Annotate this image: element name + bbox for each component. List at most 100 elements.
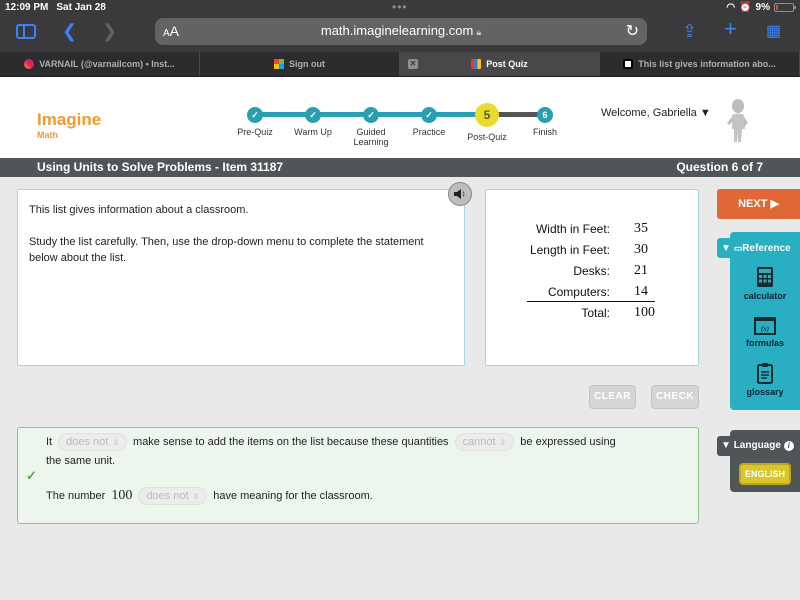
step-label: Post-Quiz [467, 132, 507, 142]
dropdown-value: does not [146, 490, 189, 502]
browser-tab-instagram[interactable]: VARNAIL (@varnailcom) • Inst... [0, 52, 200, 76]
statement-text: The number [46, 490, 106, 502]
statement-1-continued: the same unit. [46, 455, 115, 467]
logo-math: Math [37, 130, 58, 140]
next-button[interactable]: NEXT ▶ [717, 189, 800, 219]
formulas-icon: (x) [754, 317, 776, 335]
step-label: Guided Learning [353, 127, 389, 147]
back-chevron-icon[interactable]: ❮ [62, 20, 77, 42]
step-practice-check-icon: ✓ [421, 107, 437, 123]
updown-chevron-icon: ⇳ [499, 437, 507, 447]
prompt-line-2: Study the list carefully. Then, use the … [29, 236, 424, 264]
tab-title: This list gives information abo... [638, 59, 776, 69]
url-text[interactable]: math.imaginelearning.com 🔒︎ [155, 23, 647, 38]
dropdown-makes-sense[interactable]: does not ⇳ [58, 433, 128, 451]
total-value: 100 [634, 305, 655, 320]
statement-text: make sense to add the items on the list … [133, 436, 449, 448]
collapse-triangle-icon: ▼ [721, 440, 731, 451]
dropdown-meaning[interactable]: does not ⇳ [138, 487, 208, 505]
formulas-label: formulas [745, 338, 784, 348]
statement-text: have meaning for the classroom. [213, 490, 373, 502]
status-time: 12:09 PM [5, 2, 49, 13]
calculator-icon [757, 267, 773, 287]
clipboard-glossary-icon [757, 363, 773, 384]
forward-chevron-icon[interactable]: ❯ [102, 20, 117, 42]
list-value: 14 [634, 284, 648, 299]
statement-1: It does not ⇳ make sense to add the items… [46, 433, 616, 451]
calculator-tool[interactable]: calculator [730, 266, 800, 301]
sidebar-toggle-icon[interactable] [16, 24, 36, 39]
step-guided-learning-check-icon: ✓ [363, 107, 379, 123]
battery-icon [774, 3, 796, 12]
browser-tab-strip: VARNAIL (@varnailcom) • Inst... Sign out… [0, 52, 800, 77]
statement-2: The number 100 does not ⇳ have meaning fo… [46, 487, 373, 505]
total-label: Total: [581, 306, 610, 320]
browser-chrome: 12:09 PM Sat Jan 28 ••• ◠ ⏰ 9% ❮ ❯ AA mat… [0, 0, 800, 52]
answer-panel: ✓ It does not ⇳ make sense to add the ite… [17, 427, 699, 524]
audio-speaker-button[interactable] [448, 182, 472, 206]
glossary-tool[interactable]: glossary [730, 362, 800, 397]
english-language-button[interactable]: ENGLISH [739, 463, 791, 485]
list-value: 21 [634, 263, 648, 278]
browser-tab-list-info[interactable]: This list gives information abo... [600, 52, 800, 76]
dropdown-value: does not [66, 436, 109, 448]
lesson-title: Using Units to Solve Problems - Item 311… [37, 160, 284, 174]
instagram-icon [24, 59, 35, 69]
question-counter: Question 6 of 7 [676, 160, 763, 174]
svg-text:(x): (x) [761, 325, 769, 333]
list-label: Computers: [547, 285, 610, 299]
speaker-icon [454, 189, 465, 199]
language-toggle[interactable]: ▼ Language i [717, 436, 800, 456]
statement-text: the same unit. [46, 455, 116, 467]
tab-title: Sign out [289, 59, 325, 69]
list-value: 35 [634, 221, 648, 236]
reload-icon[interactable]: ↻ [626, 21, 639, 41]
welcome-user-menu[interactable]: Welcome, Gabriella ▼ [601, 107, 711, 119]
browser-tab-sign-out[interactable]: Sign out [200, 52, 400, 76]
formulas-tool[interactable]: (x) formulas [730, 317, 800, 348]
step-label: Practice [412, 127, 446, 137]
updown-chevron-icon: ⇳ [112, 437, 120, 447]
list-label: Width in Feet: [535, 222, 610, 236]
list-row: Desks: 21 [516, 262, 676, 282]
address-bar[interactable]: AA math.imaginelearning.com 🔒︎ ↻ [155, 18, 647, 45]
dropdown-expressed[interactable]: cannot ⇳ [454, 433, 515, 451]
check-button[interactable]: CHECK [651, 385, 699, 409]
info-icon[interactable]: i [783, 441, 794, 451]
imagine-learning-icon [471, 59, 482, 69]
url-value: math.imaginelearning.com [320, 23, 474, 38]
list-label: Desks: [573, 264, 610, 278]
lesson-progress-track [255, 112, 545, 117]
glossary-label: glossary [746, 387, 784, 397]
app-header: Imagine Math ✓ ✓ ✓ ✓ 5 6 Pre-Quiz Warm U… [0, 77, 800, 158]
step-label: Warm Up [294, 127, 332, 137]
collapse-triangle-icon: ▼ [721, 243, 731, 254]
list-label: Length in Feet: [529, 243, 610, 257]
new-tab-plus-icon[interactable]: + [724, 18, 737, 40]
list-row: Computers: 14 [516, 283, 676, 303]
avatar-figure-icon[interactable] [726, 99, 750, 143]
lesson-title-bar: Using Units to Solve Problems - Item 311… [0, 158, 800, 177]
list-total-row: Total: 100 [516, 304, 676, 324]
reference-toggle[interactable]: ▼ ▭Reference [717, 238, 800, 258]
statement-text: It [46, 436, 53, 448]
status-indicators: ◠ ⏰ 9% [726, 2, 796, 13]
clear-button[interactable]: CLEAR [589, 385, 636, 409]
microsoft-icon [274, 59, 284, 69]
multitasking-dots[interactable]: ••• [392, 0, 408, 14]
calculator-label: calculator [743, 291, 787, 301]
reference-title: Reference [742, 243, 791, 254]
language-title: Language [733, 440, 781, 451]
step-post-quiz-current: 5 [475, 103, 499, 127]
step-label: Pre-Quiz [237, 127, 273, 137]
tab-title: VARNAIL (@varnailcom) • Inst... [39, 59, 175, 69]
browser-tab-post-quiz[interactable]: ✕ Post Quiz [400, 52, 600, 76]
battery-percent: 9% [755, 2, 770, 13]
close-tab-icon[interactable]: ✕ [408, 59, 418, 69]
tab-overview-grid-icon[interactable]: ▦ [766, 21, 781, 43]
step-pre-quiz-check-icon: ✓ [247, 107, 263, 123]
list-row: Length in Feet: 30 [516, 241, 676, 261]
share-icon[interactable]: ⇪ [682, 20, 697, 42]
step-finish: 6 [537, 107, 553, 123]
wifi-icon: ◠ [726, 2, 736, 13]
